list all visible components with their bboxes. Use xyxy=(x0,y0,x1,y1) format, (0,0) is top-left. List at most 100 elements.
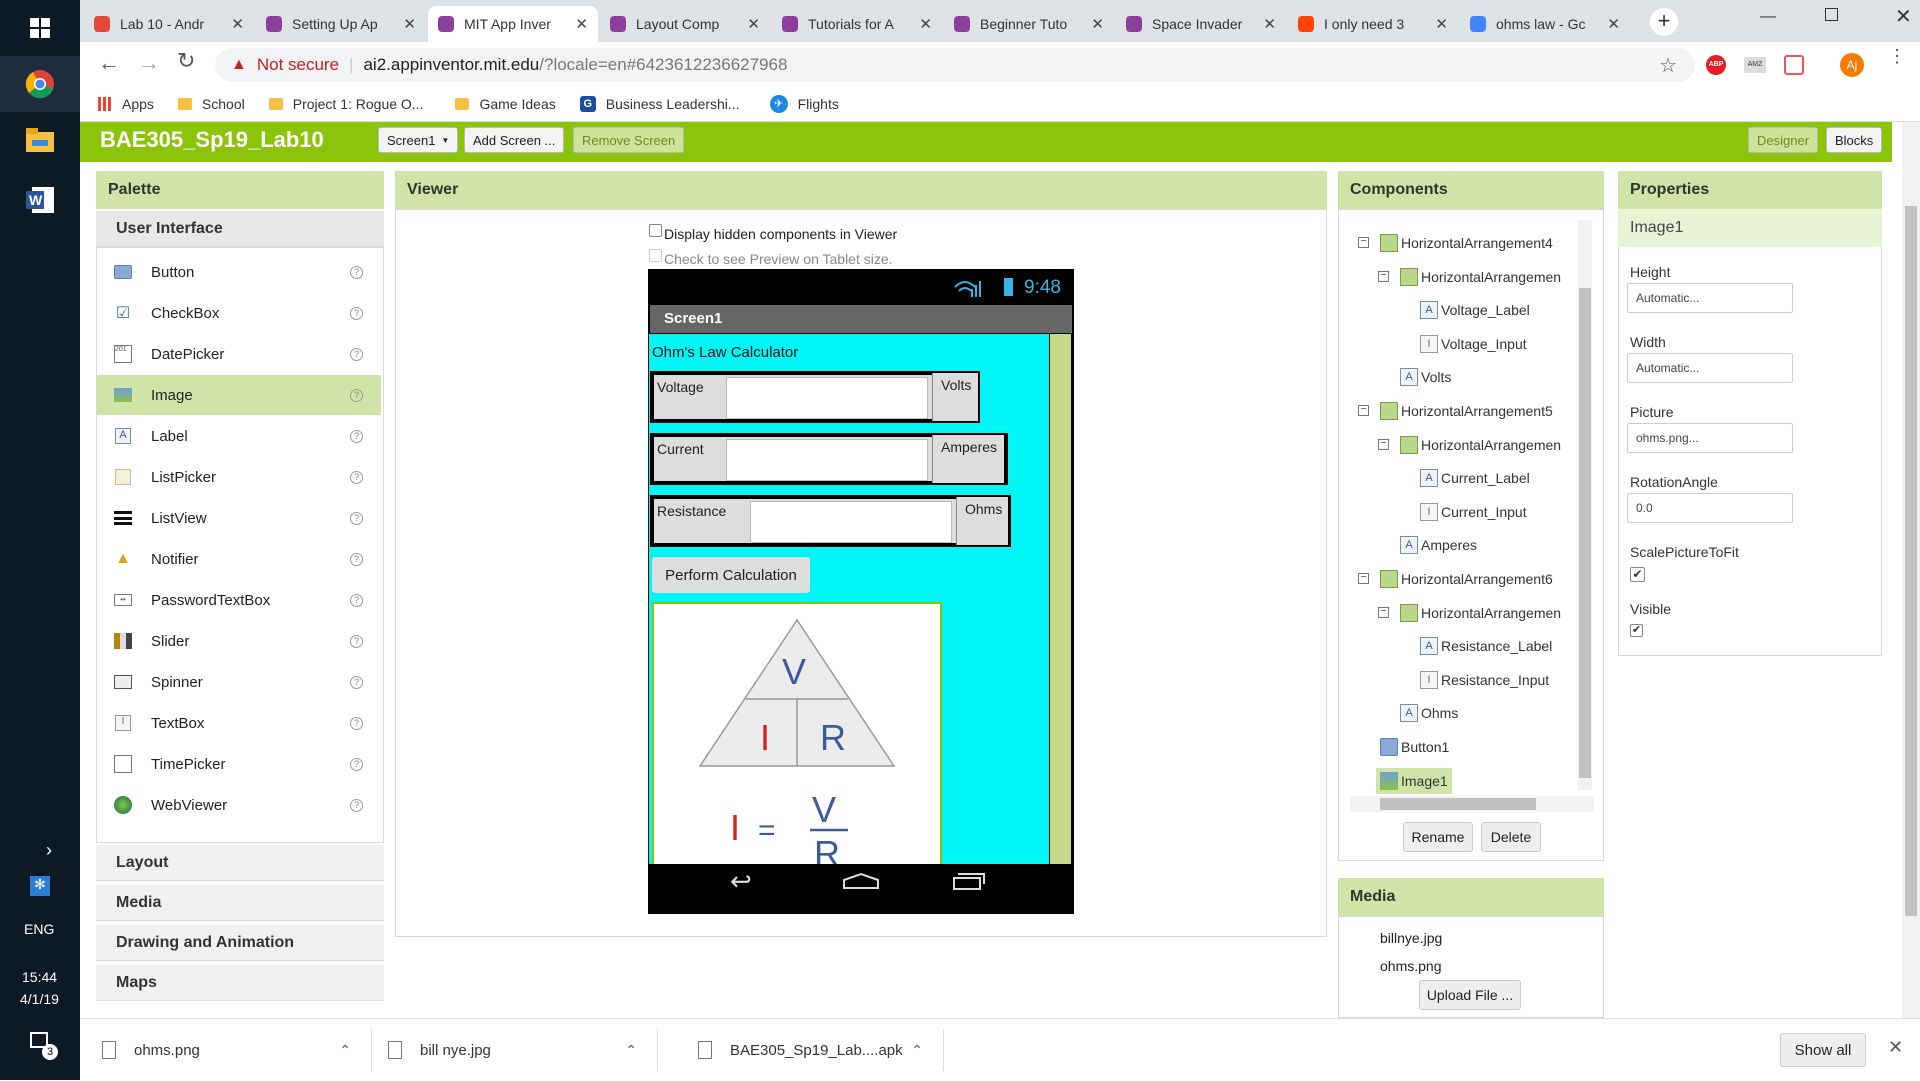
close-window-button[interactable]: ✕ xyxy=(1895,4,1912,29)
profile-avatar[interactable]: Aj xyxy=(1840,53,1864,77)
palette-item-webviewer[interactable]: WebViewer? xyxy=(97,785,381,825)
palette-item-button[interactable]: Button? xyxy=(97,252,381,292)
bookmark-apps[interactable]: Apps xyxy=(98,96,154,112)
download-item[interactable]: ohms.png ⌃ xyxy=(102,1019,372,1081)
tree-vertical-scrollbar[interactable] xyxy=(1578,220,1592,790)
delete-button[interactable]: Delete xyxy=(1481,822,1541,852)
bookmark-game-ideas[interactable]: Game Ideas xyxy=(455,96,556,112)
category-maps[interactable]: Maps xyxy=(96,965,384,1001)
tab-close-icon[interactable]: ✕ xyxy=(575,15,588,33)
ohms-law-image[interactable]: V I R I = V R xyxy=(652,602,942,864)
warning-triangle-icon[interactable]: ▲ xyxy=(231,56,247,74)
adblock-extension-icon[interactable]: ABP xyxy=(1706,55,1726,75)
palette-item-passwordtextbox[interactable]: •• PasswordTextBox? xyxy=(97,580,381,620)
file-explorer-icon[interactable] xyxy=(12,112,68,168)
help-icon[interactable]: ? xyxy=(350,593,363,607)
help-icon[interactable]: ? xyxy=(350,511,363,525)
rename-button[interactable]: Rename xyxy=(1403,822,1473,852)
component-node[interactable]: HorizontalArrangement4 xyxy=(1380,230,1553,256)
clock-time[interactable]: 15:44 xyxy=(22,969,57,985)
collapse-toggle-icon[interactable]: − xyxy=(1378,606,1389,618)
component-node[interactable]: I Voltage_Input xyxy=(1420,331,1527,357)
chevron-up-icon[interactable]: ⌃ xyxy=(625,1042,637,1059)
current-label[interactable]: Current xyxy=(657,441,704,457)
browser-tab[interactable]: I only need 3 ✕ xyxy=(1288,6,1458,42)
display-hidden-checkbox[interactable] xyxy=(649,224,662,237)
back-arrow-icon[interactable]: ← xyxy=(98,50,120,76)
forward-arrow-icon[interactable]: → xyxy=(138,50,160,76)
browser-tab[interactable]: Lab 10 - Andr ✕ xyxy=(84,6,254,42)
current-input[interactable] xyxy=(726,439,928,481)
horizontal-arrangement-resistance[interactable]: Resistance Ohms xyxy=(650,495,1011,547)
chevron-right-icon[interactable]: › xyxy=(46,840,52,861)
category-layout[interactable]: Layout xyxy=(96,845,384,881)
visible-checkbox[interactable]: ✔ xyxy=(1630,624,1643,637)
component-node[interactable]: HorizontalArrangemen xyxy=(1400,264,1561,290)
component-node[interactable]: HorizontalArrangemen xyxy=(1400,600,1561,626)
url-host[interactable]: ai2.appinventor.mit.edu xyxy=(363,55,539,75)
download-item[interactable]: BAE305_Sp19_Lab....apk ⌃ xyxy=(674,1019,944,1081)
palette-item-image[interactable]: Image? xyxy=(97,375,381,415)
screen-dropdown[interactable]: Screen1 ▼ xyxy=(378,127,459,153)
height-input[interactable]: Automatic... xyxy=(1627,283,1793,313)
tab-close-icon[interactable]: ✕ xyxy=(1091,15,1104,33)
component-node[interactable]: A Volts xyxy=(1400,364,1451,390)
component-node[interactable]: HorizontalArrangement6 xyxy=(1380,566,1553,592)
bookmark-business[interactable]: G Business Leadershi... xyxy=(579,95,740,112)
tab-close-icon[interactable]: ✕ xyxy=(1435,15,1448,33)
browser-tab[interactable]: Beginner Tuto ✕ xyxy=(944,6,1114,42)
tree-hscroll-thumb[interactable] xyxy=(1380,798,1536,810)
bookmark-school[interactable]: School xyxy=(177,96,245,112)
palette-item-timepicker[interactable]: TimePicker? xyxy=(97,744,381,784)
word-icon[interactable]: W xyxy=(12,172,68,228)
browser-tab[interactable]: Layout Comp ✕ xyxy=(600,6,770,42)
help-icon[interactable]: ? xyxy=(350,388,363,402)
palette-item-listpicker[interactable]: ListPicker? xyxy=(97,457,381,497)
chevron-up-icon[interactable]: ⌃ xyxy=(911,1042,923,1059)
scale-picture-checkbox[interactable]: ✔ xyxy=(1630,567,1645,582)
volts-label[interactable]: Volts xyxy=(941,377,971,393)
language-indicator[interactable]: ENG xyxy=(24,921,54,937)
component-node[interactable]: A Amperes xyxy=(1400,532,1477,558)
remove-screen-button[interactable]: Remove Screen xyxy=(573,127,685,153)
help-icon[interactable]: ? xyxy=(350,265,363,279)
browser-tab[interactable]: Tutorials for A ✕ xyxy=(772,6,942,42)
help-icon[interactable]: ? xyxy=(350,429,363,443)
chrome-menu-icon[interactable]: ⋮ xyxy=(1888,47,1906,65)
tab-close-icon[interactable]: ✕ xyxy=(403,15,416,33)
resistance-input[interactable] xyxy=(750,501,952,543)
voltage-label[interactable]: Voltage xyxy=(657,379,704,395)
new-tab-button[interactable]: + xyxy=(1650,8,1678,36)
minimize-window-button[interactable]: — xyxy=(1760,8,1776,26)
collapse-toggle-icon[interactable]: − xyxy=(1358,405,1369,416)
component-node[interactable]: Button1 xyxy=(1380,734,1449,760)
amperes-label[interactable]: Amperes xyxy=(941,439,997,455)
palette-item-checkbox[interactable]: ☑ CheckBox? xyxy=(97,293,381,333)
tab-close-icon[interactable]: ✕ xyxy=(1263,15,1276,33)
close-downloads-icon[interactable]: ✕ xyxy=(1888,1037,1903,1058)
width-input[interactable]: Automatic... xyxy=(1627,353,1793,383)
component-node[interactable]: HorizontalArrangement5 xyxy=(1380,398,1553,424)
network-icon[interactable]: ✻ xyxy=(30,876,50,896)
browser-tab[interactable]: ohms law - Gc ✕ xyxy=(1460,6,1630,42)
palette-item-spinner[interactable]: Spinner? xyxy=(97,662,381,702)
palette-item-label[interactable]: A Label? xyxy=(97,416,381,456)
windows-start-icon[interactable] xyxy=(12,0,68,56)
amazon-extension-icon[interactable]: AMZ xyxy=(1744,57,1766,73)
category-media[interactable]: Media xyxy=(96,885,384,921)
component-node[interactable]: A Resistance_Label xyxy=(1420,633,1552,659)
component-node[interactable]: I Current_Input xyxy=(1420,499,1527,525)
component-node[interactable]: I Resistance_Input xyxy=(1420,667,1549,693)
collapse-toggle-icon[interactable]: − xyxy=(1378,438,1389,450)
palette-item-listview[interactable]: ListView? xyxy=(97,498,381,538)
help-icon[interactable]: ? xyxy=(350,306,363,320)
tab-close-icon[interactable]: ✕ xyxy=(1607,15,1620,33)
media-file-ohms[interactable]: ohms.png xyxy=(1380,958,1441,974)
bookmark-star-icon[interactable]: ☆ xyxy=(1659,53,1677,78)
bookmark-project[interactable]: Project 1: Rogue O... xyxy=(268,96,423,112)
page-scroll-thumb[interactable] xyxy=(1905,206,1917,916)
tree-scroll-thumb[interactable] xyxy=(1579,288,1591,778)
blocks-button[interactable]: Blocks xyxy=(1826,127,1883,153)
resistance-label[interactable]: Resistance xyxy=(657,503,726,519)
url-path[interactable]: /?locale=en#6423612236627968 xyxy=(539,55,787,75)
